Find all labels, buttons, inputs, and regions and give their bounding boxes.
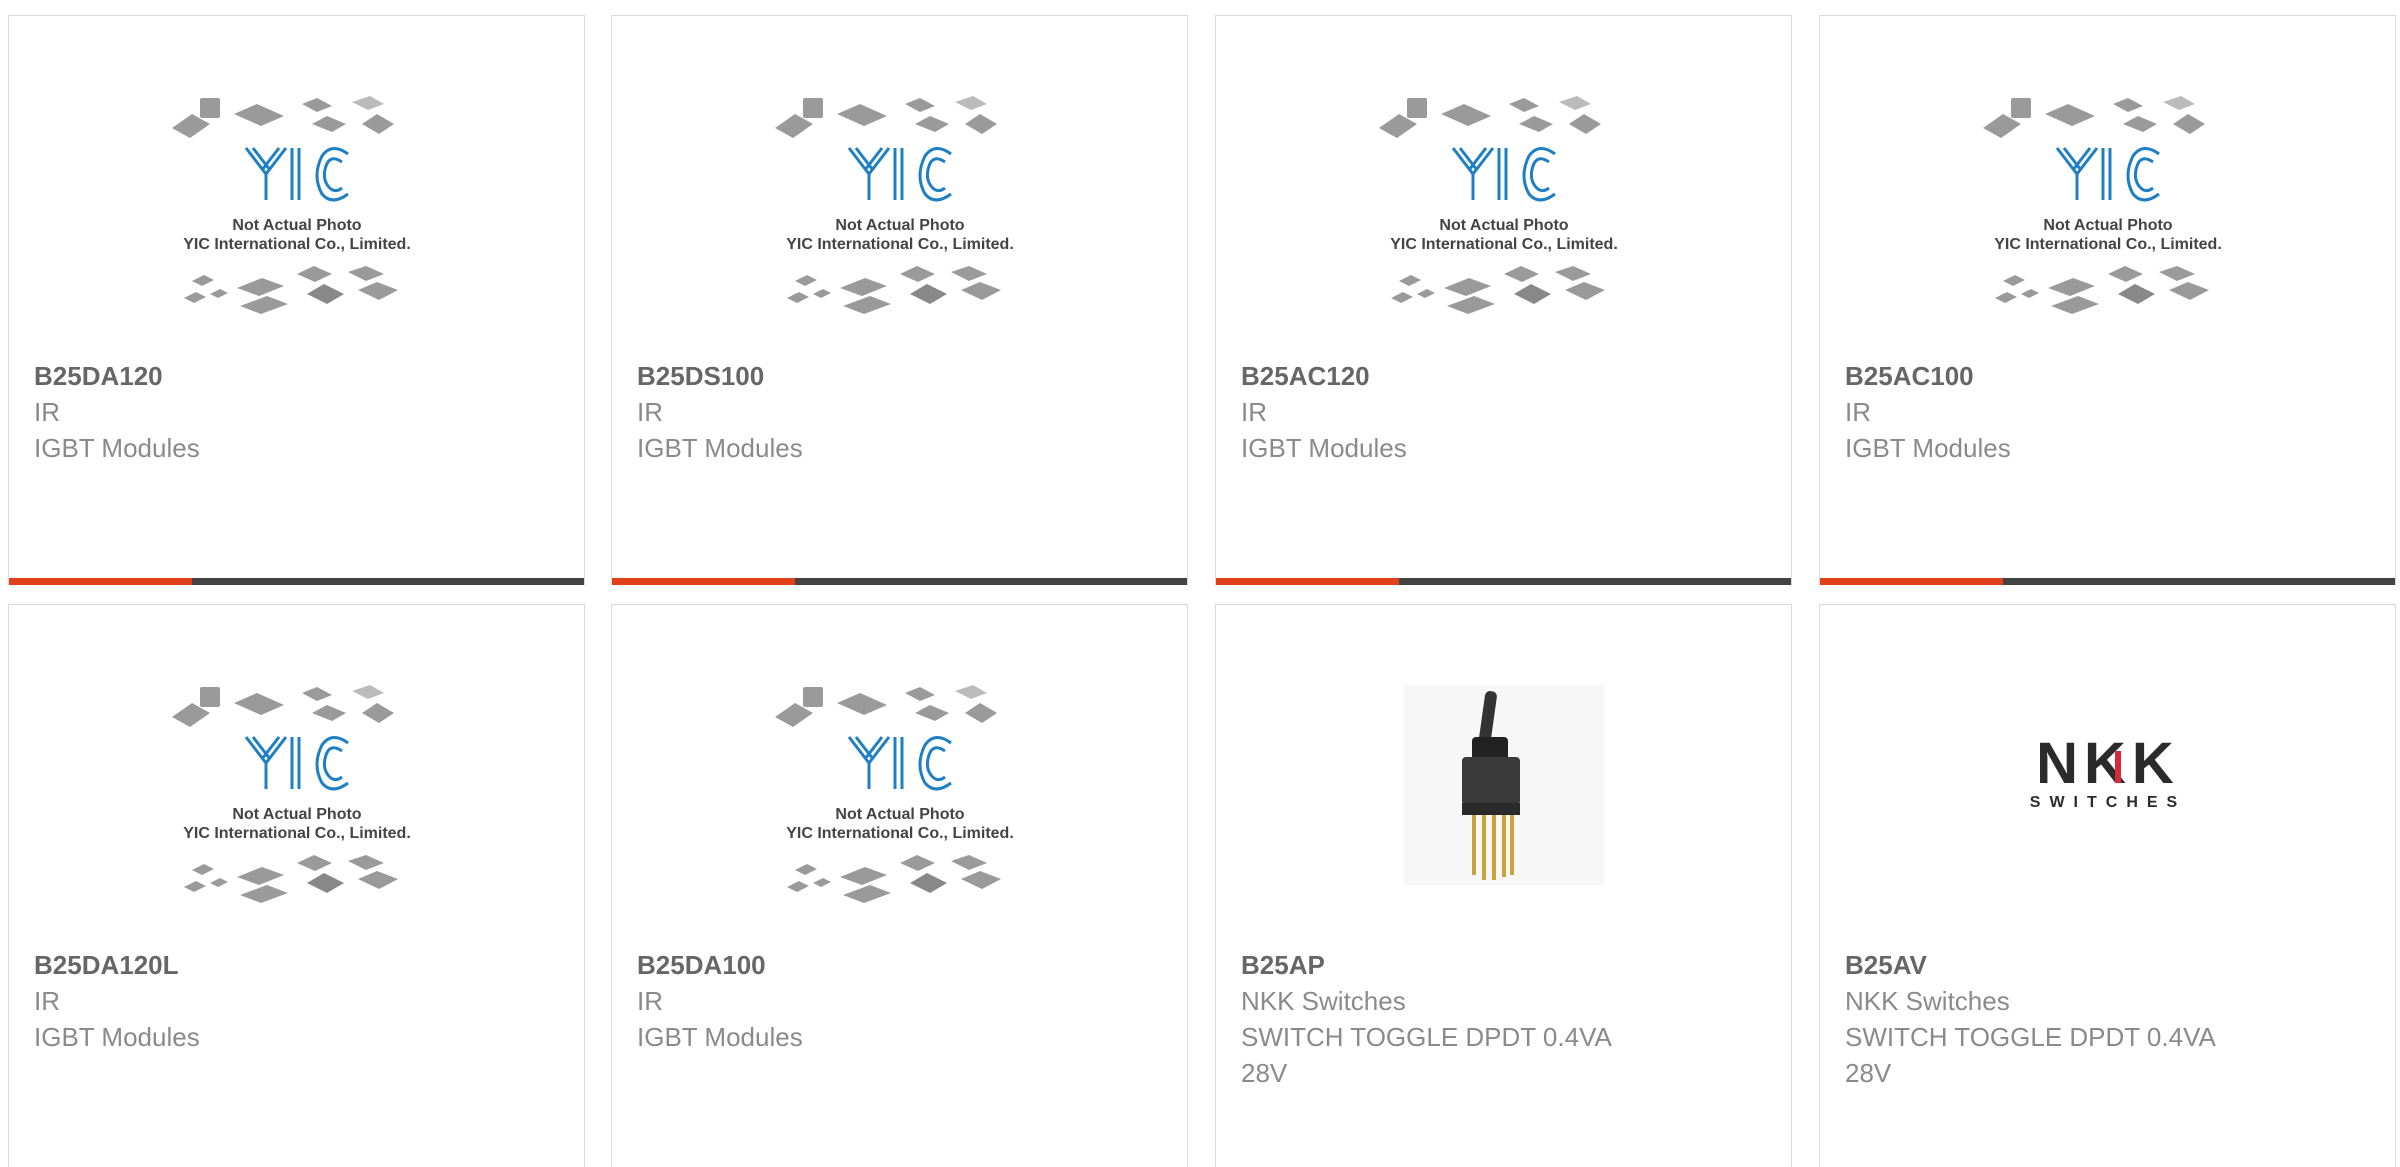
chip-placeholder-image: Not Actual Photo YIC International Co., … [774, 685, 1014, 903]
product-description-cont: 28V [1845, 1058, 1892, 1088]
manufacturer: NKK Switches [1241, 986, 1406, 1016]
product-image[interactable] [1216, 665, 1791, 970]
product-description: IGBT Modules [34, 1022, 200, 1052]
product-grid: Not Actual Photo YIC International Co., … [0, 0, 2400, 1167]
product-description: IGBT Modules [1241, 433, 1407, 463]
svg-text:YIC International Co., Limited: YIC International Co., Limited. [1994, 236, 2222, 253]
svg-text:YIC International Co., Limited: YIC International Co., Limited. [786, 236, 1014, 253]
toggle-switch-image [1403, 685, 1604, 885]
product-card[interactable]: NKK SWITCHES B25AV NKK Switches SWITCH TOG… [1819, 604, 2396, 1167]
nkk-switches-logo: NKK SWITCHES [2029, 735, 2185, 811]
chip-placeholder-image: Not Actual Photo YIC International Co., … [1982, 96, 2222, 314]
product-description: IGBT Modules [637, 1022, 803, 1052]
product-card[interactable]: Not Actual Photo YIC International Co., … [8, 15, 585, 585]
product-description: IGBT Modules [637, 433, 803, 463]
part-number[interactable]: B25AC120 [1241, 358, 1771, 394]
svg-text:Not Actual Photo: Not Actual Photo [1439, 217, 1568, 234]
product-card[interactable]: Not Actual Photo YIC International Co., … [1819, 15, 2396, 585]
part-number[interactable]: B25AC100 [1845, 358, 2375, 394]
manufacturer: IR [34, 986, 60, 1016]
product-info: B25DA120 IR IGBT Modules [34, 358, 564, 466]
product-card[interactable]: Not Actual Photo YIC International Co., … [8, 604, 585, 1167]
part-number[interactable]: B25DA120L [34, 947, 564, 983]
manufacturer: IR [1845, 397, 1871, 427]
svg-text:YIC International Co., Limited: YIC International Co., Limited. [786, 825, 1014, 842]
product-description: IGBT Modules [1845, 433, 2011, 463]
product-card[interactable]: Not Actual Photo YIC International Co., … [611, 15, 1188, 585]
product-card[interactable]: B25AP NKK Switches SWITCH TOGGLE DPDT 0.4V… [1215, 604, 1792, 1167]
card-bottom-bar [612, 578, 1187, 585]
card-bottom-bar [1216, 578, 1791, 585]
product-info: B25AP NKK Switches SWITCH TOGGLE DPDT 0.4V… [1241, 947, 1771, 1091]
card-accent-bar [612, 578, 795, 585]
svg-text:Not Actual Photo: Not Actual Photo [2043, 217, 2172, 234]
product-description: SWITCH TOGGLE DPDT 0.4VA [1845, 1022, 2216, 1052]
part-number[interactable]: B25AP [1241, 947, 1771, 983]
product-description: SWITCH TOGGLE DPDT 0.4VA [1241, 1022, 1612, 1052]
part-number[interactable]: B25AV [1845, 947, 2375, 983]
card-accent-bar [9, 578, 192, 585]
product-card[interactable]: Not Actual Photo YIC International Co., … [611, 604, 1188, 1167]
svg-text:Not Actual Photo: Not Actual Photo [835, 806, 964, 823]
part-number[interactable]: B25DA120 [34, 358, 564, 394]
svg-text:Not Actual Photo: Not Actual Photo [835, 217, 964, 234]
product-image[interactable]: Not Actual Photo YIC International Co., … [9, 76, 584, 361]
product-image[interactable]: Not Actual Photo YIC International Co., … [1820, 76, 2395, 361]
chip-placeholder-image: Not Actual Photo YIC International Co., … [774, 96, 1014, 314]
part-number[interactable]: B25DS100 [637, 358, 1167, 394]
chip-placeholder-image: Not Actual Photo YIC International Co., … [1378, 96, 1618, 314]
manufacturer: NKK Switches [1845, 986, 2010, 1016]
product-description: IGBT Modules [34, 433, 200, 463]
product-info: B25DS100 IR IGBT Modules [637, 358, 1167, 466]
product-image[interactable]: Not Actual Photo YIC International Co., … [612, 665, 1187, 950]
product-info: B25AV NKK Switches SWITCH TOGGLE DPDT 0.4V… [1845, 947, 2375, 1091]
card-bottom-bar [1820, 578, 2395, 585]
svg-text:SWITCHES: SWITCHES [2029, 794, 2185, 811]
card-accent-bar [1820, 578, 2003, 585]
manufacturer: IR [637, 986, 663, 1016]
product-image[interactable]: Not Actual Photo YIC International Co., … [612, 76, 1187, 361]
svg-text:NKK: NKK [2036, 735, 2180, 796]
product-card[interactable]: Not Actual Photo YIC International Co., … [1215, 15, 1792, 585]
card-accent-bar [1216, 578, 1399, 585]
manufacturer: IR [1241, 397, 1267, 427]
product-description-cont: 28V [1241, 1058, 1288, 1088]
svg-text:Not Actual Photo: Not Actual Photo [232, 806, 361, 823]
product-info: B25DA100 IR IGBT Modules [637, 947, 1167, 1055]
product-info: B25AC120 IR IGBT Modules [1241, 358, 1771, 466]
chip-placeholder-image: Not Actual Photo YIC International Co., … [171, 96, 411, 314]
card-bottom-bar [9, 578, 584, 585]
product-image[interactable]: Not Actual Photo YIC International Co., … [1216, 76, 1791, 361]
part-number[interactable]: B25DA100 [637, 947, 1167, 983]
chip-placeholder-image: Not Actual Photo YIC International Co., … [171, 685, 411, 903]
svg-text:YIC International Co., Limited: YIC International Co., Limited. [183, 825, 411, 842]
product-image[interactable]: Not Actual Photo YIC International Co., … [9, 665, 584, 950]
product-info: B25DA120L IR IGBT Modules [34, 947, 564, 1055]
svg-text:YIC International Co., Limited: YIC International Co., Limited. [183, 236, 411, 253]
manufacturer: IR [637, 397, 663, 427]
svg-text:YIC International Co., Limited: YIC International Co., Limited. [1390, 236, 1618, 253]
product-info: B25AC100 IR IGBT Modules [1845, 358, 2375, 466]
manufacturer: IR [34, 397, 60, 427]
svg-text:Not Actual Photo: Not Actual Photo [232, 217, 361, 234]
